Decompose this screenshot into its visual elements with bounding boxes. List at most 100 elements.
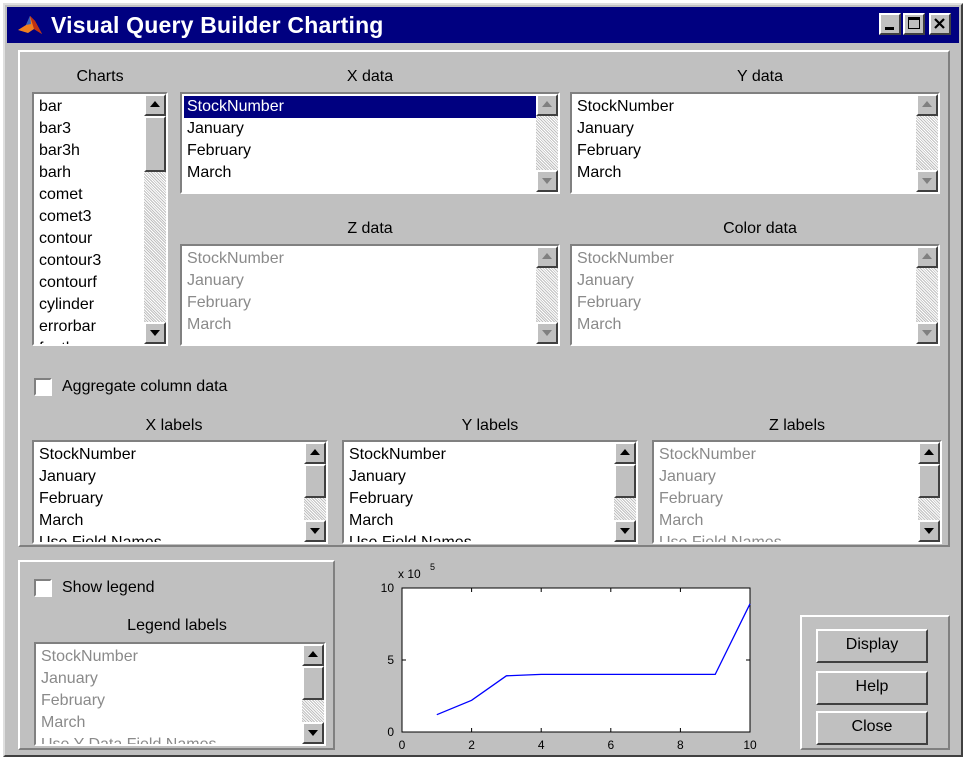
scroll-up-arrow[interactable] bbox=[536, 94, 558, 116]
chart-item[interactable]: contour3 bbox=[36, 250, 144, 272]
legend-label-item[interactable]: Use Y Data Field Names bbox=[38, 734, 302, 744]
aggregate-checkbox[interactable] bbox=[34, 378, 52, 396]
zlabels-listbox[interactable]: StockNumber January February March Use F… bbox=[652, 440, 942, 544]
ylabels-item[interactable]: January bbox=[346, 466, 614, 488]
zdata-item[interactable]: February bbox=[184, 292, 536, 314]
xlabels-item[interactable]: March bbox=[36, 510, 304, 532]
ydata-item[interactable]: February bbox=[574, 140, 916, 162]
colordata-scrollbar[interactable] bbox=[916, 246, 938, 344]
scroll-up-arrow[interactable] bbox=[916, 246, 938, 268]
xdata-listbox[interactable]: StockNumber January February March bbox=[180, 92, 560, 194]
chart-item[interactable]: errorbar bbox=[36, 316, 144, 338]
close-button[interactable]: Close bbox=[816, 711, 928, 745]
scroll-up-arrow[interactable] bbox=[916, 94, 938, 116]
ydata-item[interactable]: January bbox=[574, 118, 916, 140]
ylabels-item[interactable]: StockNumber bbox=[346, 444, 614, 466]
chart-item[interactable]: barh bbox=[36, 162, 144, 184]
xlabels-scrollbar[interactable] bbox=[304, 442, 326, 542]
chart-item[interactable]: comet3 bbox=[36, 206, 144, 228]
chart-item[interactable]: bar bbox=[36, 96, 144, 118]
colordata-item[interactable]: February bbox=[574, 292, 916, 314]
legend-label-item[interactable]: March bbox=[38, 712, 302, 734]
ydata-item[interactable]: StockNumber bbox=[574, 96, 916, 118]
ydata-listbox[interactable]: StockNumber January February March bbox=[570, 92, 940, 194]
ydata-item[interactable]: March bbox=[574, 162, 916, 184]
chart-item[interactable]: comet bbox=[36, 184, 144, 206]
chart-item[interactable]: contour bbox=[36, 228, 144, 250]
scroll-up-arrow[interactable] bbox=[144, 94, 166, 116]
scroll-down-arrow[interactable] bbox=[302, 722, 324, 744]
scroll-up-arrow[interactable] bbox=[304, 442, 326, 464]
charts-listbox[interactable]: bar bar3 bar3h barh comet comet3 contour… bbox=[32, 92, 168, 346]
scroll-down-arrow[interactable] bbox=[614, 520, 636, 542]
zdata-scrollbar[interactable] bbox=[536, 246, 558, 344]
scroll-up-arrow[interactable] bbox=[536, 246, 558, 268]
zlabels-item[interactable]: StockNumber bbox=[656, 444, 918, 466]
zlabels-item[interactable]: February bbox=[656, 488, 918, 510]
xdata-item[interactable]: January bbox=[184, 118, 536, 140]
maximize-button[interactable] bbox=[903, 13, 925, 35]
zdata-listbox[interactable]: StockNumber January February March bbox=[180, 244, 560, 346]
scroll-down-arrow[interactable] bbox=[144, 322, 166, 344]
colordata-item[interactable]: January bbox=[574, 270, 916, 292]
display-button[interactable]: Display bbox=[816, 629, 928, 663]
scroll-down-arrow[interactable] bbox=[918, 520, 940, 542]
scroll-up-arrow[interactable] bbox=[302, 644, 324, 666]
chart-item[interactable]: cylinder bbox=[36, 294, 144, 316]
ylabels-item[interactable]: February bbox=[346, 488, 614, 510]
scroll-down-arrow[interactable] bbox=[916, 170, 938, 192]
legend-label-item[interactable]: February bbox=[38, 690, 302, 712]
xlabels-item[interactable]: StockNumber bbox=[36, 444, 304, 466]
chart-item[interactable]: contourf bbox=[36, 272, 144, 294]
scroll-down-arrow[interactable] bbox=[536, 322, 558, 344]
xdata-item[interactable]: March bbox=[184, 162, 536, 184]
scroll-up-arrow[interactable] bbox=[918, 442, 940, 464]
scroll-down-arrow[interactable] bbox=[916, 322, 938, 344]
chart-item[interactable]: bar3 bbox=[36, 118, 144, 140]
legend-labels-scrollbar[interactable] bbox=[302, 644, 324, 744]
zlabels-item[interactable]: March bbox=[656, 510, 918, 532]
ylabels-listbox[interactable]: StockNumber January February March Use F… bbox=[342, 440, 638, 544]
chart-item[interactable]: bar3h bbox=[36, 140, 144, 162]
colordata-item[interactable]: StockNumber bbox=[574, 248, 916, 270]
xlabels-item[interactable]: January bbox=[36, 466, 304, 488]
zdata-item[interactable]: January bbox=[184, 270, 536, 292]
scroll-thumb[interactable] bbox=[144, 116, 166, 172]
scroll-up-arrow[interactable] bbox=[614, 442, 636, 464]
colordata-listbox[interactable]: StockNumber January February March bbox=[570, 244, 940, 346]
scroll-thumb[interactable] bbox=[614, 464, 636, 498]
scroll-thumb[interactable] bbox=[918, 464, 940, 498]
xdata-item[interactable]: February bbox=[184, 140, 536, 162]
xdata-scrollbar[interactable] bbox=[536, 94, 558, 192]
zlabels-item[interactable]: Use Field Names bbox=[656, 532, 918, 542]
show-legend-label[interactable]: Show legend bbox=[62, 579, 155, 597]
xlabels-listbox[interactable]: StockNumber January February March Use F… bbox=[32, 440, 328, 544]
colordata-item[interactable]: March bbox=[574, 314, 916, 336]
xdata-item-selected[interactable]: StockNumber bbox=[184, 96, 536, 118]
aggregate-label[interactable]: Aggregate column data bbox=[62, 378, 227, 396]
help-button[interactable]: Help bbox=[816, 671, 928, 705]
zdata-item[interactable]: StockNumber bbox=[184, 248, 536, 270]
scroll-down-arrow[interactable] bbox=[536, 170, 558, 192]
legend-label-item[interactable]: January bbox=[38, 668, 302, 690]
zlabels-scrollbar[interactable] bbox=[918, 442, 940, 542]
ylabels-item[interactable]: March bbox=[346, 510, 614, 532]
ylabels-scrollbar[interactable] bbox=[614, 442, 636, 542]
xlabels-item[interactable]: February bbox=[36, 488, 304, 510]
legend-labels-listbox[interactable]: StockNumber January February March Use Y… bbox=[34, 642, 326, 746]
ylabels-item[interactable]: Use Field Names bbox=[346, 532, 614, 542]
legend-label-item[interactable]: StockNumber bbox=[38, 646, 302, 668]
close-window-button[interactable] bbox=[929, 13, 951, 35]
scroll-down-arrow[interactable] bbox=[304, 520, 326, 542]
minimize-button[interactable] bbox=[879, 13, 901, 35]
scroll-thumb[interactable] bbox=[302, 666, 324, 700]
zdata-item[interactable]: March bbox=[184, 314, 536, 336]
scroll-thumb[interactable] bbox=[304, 464, 326, 498]
charts-scrollbar[interactable] bbox=[144, 94, 166, 344]
zlabels-item[interactable]: January bbox=[656, 466, 918, 488]
xlabels-item[interactable]: Use Field Names bbox=[36, 532, 304, 542]
show-legend-checkbox[interactable] bbox=[34, 579, 52, 597]
minimize-icon bbox=[885, 27, 894, 30]
ydata-scrollbar[interactable] bbox=[916, 94, 938, 192]
chart-item[interactable]: feather bbox=[36, 338, 144, 344]
